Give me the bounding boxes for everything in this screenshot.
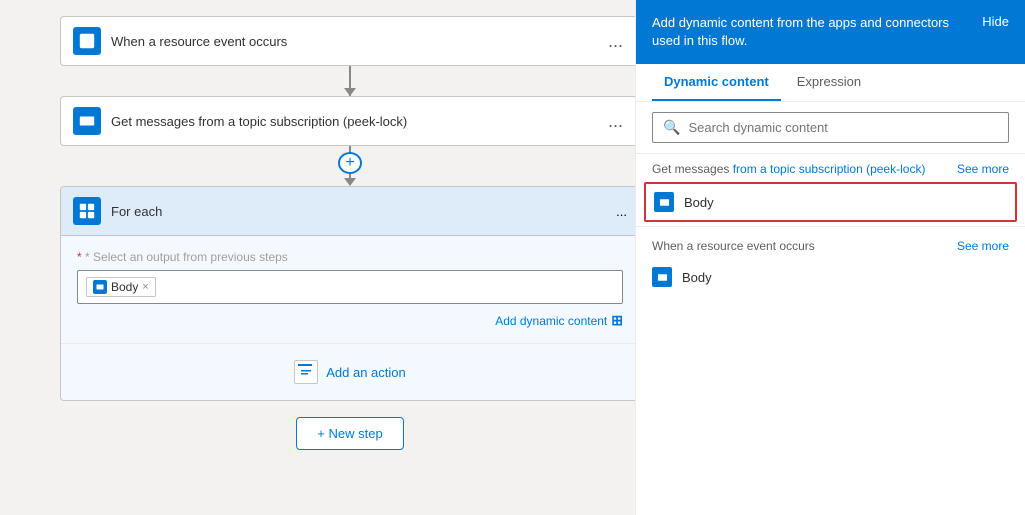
required-star: * <box>77 250 82 264</box>
search-icon: 🔍 <box>663 119 680 136</box>
body-item-peek-lock-icon <box>654 192 674 212</box>
foreach-header[interactable]: For each ... <box>61 187 635 236</box>
foreach-container: For each ... * * Select an output from p… <box>60 186 635 401</box>
section-resource-event-title: When a resource event occurs <box>652 239 815 253</box>
step1-title: When a resource event occurs <box>111 34 604 49</box>
dynamic-content-link: Add dynamic content ⊞ <box>77 312 623 329</box>
dynamic-content-link-text[interactable]: Add dynamic content <box>495 314 607 328</box>
step1-icon <box>73 27 101 55</box>
plus-arrow <box>344 178 356 186</box>
tab-expression[interactable]: Expression <box>785 64 873 101</box>
body-item-resource-event-icon <box>652 267 672 287</box>
foreach-title: For each <box>111 204 616 219</box>
tab-dynamic-content[interactable]: Dynamic content <box>652 64 781 101</box>
foreach-menu[interactable]: ... <box>616 204 627 219</box>
body-token-close[interactable]: × <box>142 281 148 293</box>
section-from-topic-link[interactable]: from a topic subscription (peek-lock) <box>733 162 926 176</box>
body-item-peek-lock[interactable]: Body <box>644 182 1017 222</box>
step2-title: Get messages from a topic subscription (… <box>111 114 604 129</box>
connector1-arrow <box>344 88 356 96</box>
step1-menu[interactable]: ... <box>604 31 627 52</box>
flow-canvas: When a resource event occurs ... Get mes… <box>0 0 635 515</box>
foreach-icon <box>73 197 101 225</box>
section-get-messages-text: Get messages <box>652 162 733 176</box>
new-step-area: + New step <box>60 417 635 450</box>
body-item-resource-event[interactable]: Body <box>636 259 1025 295</box>
section-peek-lock-title: Get messages from a topic subscription (… <box>652 162 925 176</box>
hide-link[interactable]: Hide <box>982 14 1009 29</box>
field-label: * * Select an output from previous steps <box>77 250 623 264</box>
step2-icon <box>73 107 101 135</box>
plus-button[interactable]: + <box>338 152 362 174</box>
new-step-button[interactable]: + New step <box>296 417 403 450</box>
panel-content: Get messages from a topic subscription (… <box>636 154 1025 515</box>
step1-card[interactable]: When a resource event occurs ... <box>60 16 635 66</box>
body-token-label: Body <box>111 280 138 294</box>
search-input[interactable] <box>688 120 998 135</box>
dynamic-panel: Add dynamic content from the apps and co… <box>635 0 1025 515</box>
add-action-area: Add an action <box>61 343 635 400</box>
token-input[interactable]: Body × <box>77 270 623 304</box>
step2-menu[interactable]: ... <box>604 111 627 132</box>
body-item-resource-event-label: Body <box>682 270 712 285</box>
foreach-body: * * Select an output from previous steps… <box>61 236 635 343</box>
panel-tabs: Dynamic content Expression <box>636 64 1025 102</box>
section-peek-lock-see-more[interactable]: See more <box>957 162 1009 176</box>
section-peek-lock-header: Get messages from a topic subscription (… <box>636 154 1025 182</box>
panel-search: 🔍 <box>636 102 1025 154</box>
dynamic-header-text: Add dynamic content from the apps and co… <box>652 14 982 50</box>
step2-card[interactable]: Get messages from a topic subscription (… <box>60 96 635 146</box>
body-item-peek-lock-label: Body <box>684 195 714 210</box>
section-resource-event-header: When a resource event occurs See more <box>636 231 1025 259</box>
add-action-label: Add an action <box>326 365 406 380</box>
plus-connector: + <box>60 146 635 186</box>
section-resource-event-see-more[interactable]: See more <box>957 239 1009 253</box>
section-divider <box>636 226 1025 227</box>
body-token-icon <box>93 280 107 294</box>
add-action-button[interactable]: Add an action <box>294 360 406 384</box>
add-action-icon <box>294 360 318 384</box>
new-step-label: + New step <box>317 426 382 441</box>
search-box: 🔍 <box>652 112 1009 143</box>
dynamic-panel-header: Add dynamic content from the apps and co… <box>636 0 1025 64</box>
dynamic-content-plus-icon: ⊞ <box>611 312 623 329</box>
connector1 <box>60 66 635 96</box>
body-token[interactable]: Body × <box>86 277 156 297</box>
